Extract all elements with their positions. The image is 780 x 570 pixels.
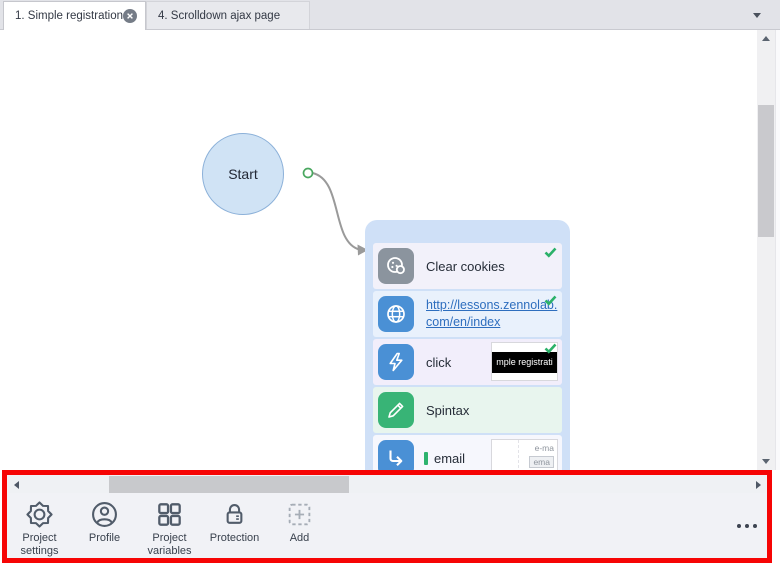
tool-label: Profile bbox=[89, 532, 120, 545]
start-node[interactable]: Start bbox=[202, 133, 284, 215]
tab-scrolldown-ajax-page[interactable]: 4. Scrolldown ajax page bbox=[146, 1, 310, 29]
action-label: Spintax bbox=[426, 403, 469, 418]
email-field-thumbnail: e-ma ema bbox=[491, 439, 558, 470]
canvas-right-gutter bbox=[775, 30, 780, 470]
red-highlight-box: Project settings Profile bbox=[2, 470, 772, 563]
add-button[interactable]: Add bbox=[267, 500, 332, 558]
scroll-down-arrow-icon[interactable] bbox=[757, 453, 775, 470]
lightning-icon bbox=[378, 344, 414, 380]
action-group-card[interactable]: Clear cookies http://lessons.zen bbox=[365, 220, 570, 470]
scroll-left-arrow-icon[interactable] bbox=[8, 476, 24, 493]
cookies-icon bbox=[378, 248, 414, 284]
chevron-down-icon[interactable] bbox=[753, 13, 761, 18]
vertical-scroll-thumb[interactable] bbox=[758, 105, 774, 237]
grid-icon bbox=[156, 500, 183, 528]
action-label: click bbox=[426, 355, 451, 370]
vertical-scrollbar[interactable] bbox=[757, 30, 775, 470]
action-email[interactable]: email e-ma ema bbox=[373, 435, 562, 470]
tab-label: 4. Scrolldown ajax page bbox=[147, 10, 280, 22]
horizontal-scrollbar[interactable] bbox=[8, 476, 766, 493]
project-variables-button[interactable]: Project variables bbox=[137, 500, 202, 558]
profile-icon bbox=[91, 500, 118, 528]
flowchart-canvas[interactable]: Start Clear cookies bbox=[0, 30, 780, 470]
profile-button[interactable]: Profile bbox=[72, 500, 137, 558]
thumbnail-divider bbox=[518, 440, 519, 470]
tool-label: Protection bbox=[210, 532, 260, 545]
action-goto-url[interactable]: http://lessons.zennolab.com/en/index bbox=[373, 291, 562, 337]
thumbnail-text: e-ma bbox=[535, 443, 554, 453]
thumbnail-text: ema bbox=[529, 456, 554, 468]
scroll-right-arrow-icon[interactable] bbox=[750, 476, 766, 493]
project-toolbar: Project settings Profile bbox=[7, 500, 332, 558]
tool-label: Project settings bbox=[7, 532, 72, 558]
add-icon bbox=[286, 500, 313, 528]
action-label: email bbox=[434, 451, 465, 466]
success-check-icon bbox=[544, 245, 557, 263]
action-spintax[interactable]: Spintax bbox=[373, 387, 562, 433]
more-options-button[interactable] bbox=[737, 524, 757, 528]
tool-label: Project variables bbox=[137, 532, 202, 558]
url-link[interactable]: http://lessons.zennolab.com/en/index bbox=[426, 297, 562, 331]
close-icon[interactable] bbox=[123, 9, 137, 23]
scroll-up-arrow-icon[interactable] bbox=[757, 30, 775, 47]
action-clear-cookies[interactable]: Clear cookies bbox=[373, 243, 562, 289]
horizontal-scroll-thumb[interactable] bbox=[109, 476, 349, 493]
tab-simple-registration[interactable]: 1. Simple registration bbox=[3, 1, 146, 30]
action-click[interactable]: click mple registrati bbox=[373, 339, 562, 385]
project-settings-button[interactable]: Project settings bbox=[7, 500, 72, 558]
variable-indicator bbox=[424, 452, 428, 465]
tool-label: Add bbox=[290, 532, 310, 545]
gear-icon bbox=[26, 500, 53, 528]
pencil-icon bbox=[378, 392, 414, 428]
globe-icon bbox=[378, 296, 414, 332]
redirect-arrow-icon bbox=[378, 440, 414, 470]
start-node-label: Start bbox=[228, 166, 258, 182]
success-check-icon bbox=[544, 293, 557, 311]
tab-bar: 1. Simple registration 4. Scrolldown aja… bbox=[0, 0, 780, 30]
lock-icon bbox=[221, 500, 248, 528]
tab-label: 1. Simple registration bbox=[4, 10, 123, 22]
action-label: Clear cookies bbox=[426, 259, 505, 274]
protection-button[interactable]: Protection bbox=[202, 500, 267, 558]
app-window: 1. Simple registration 4. Scrolldown aja… bbox=[0, 0, 780, 570]
success-check-icon bbox=[544, 341, 557, 359]
